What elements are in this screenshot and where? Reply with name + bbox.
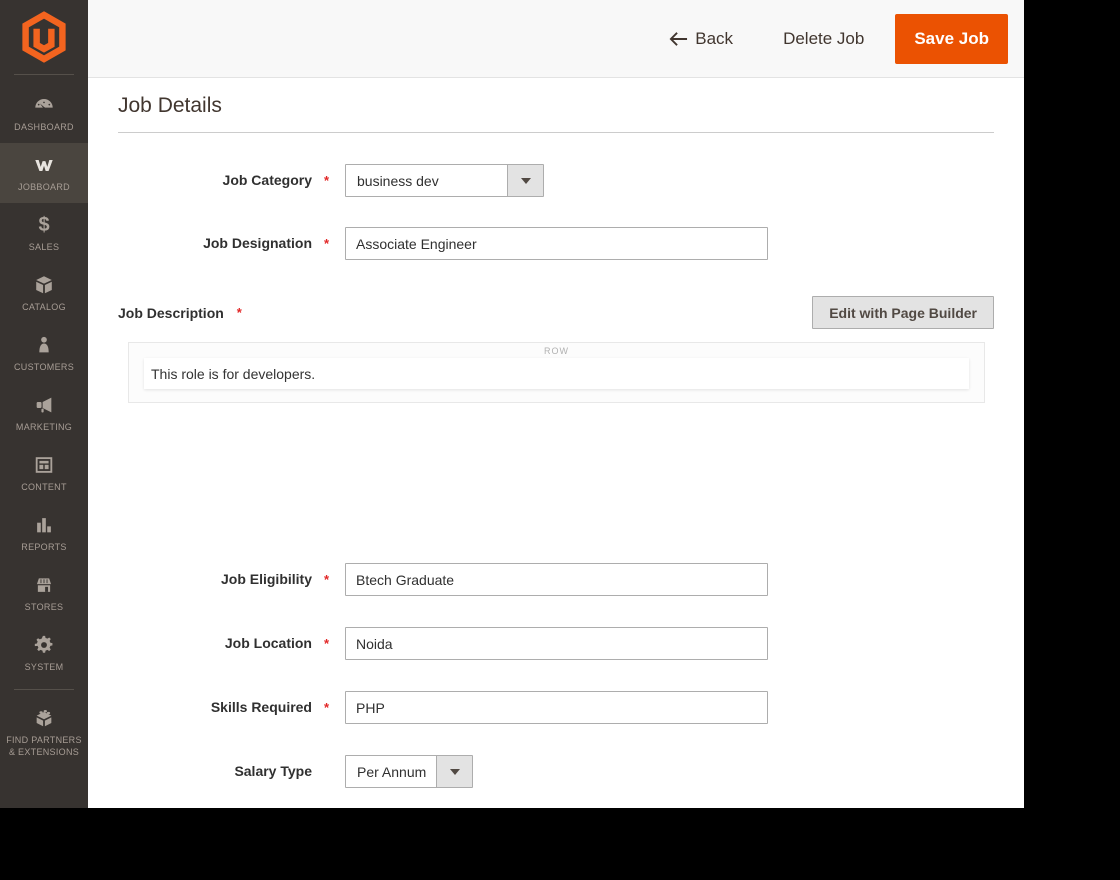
main-content: Job Details Job Category * business dev … [88,78,1024,808]
bar-chart-icon [33,514,55,536]
sidebar: DASHBOARD JOBBOARD $ SALES CATALOG CUSTO… [0,0,88,808]
sidebar-item-dashboard[interactable]: DASHBOARD [0,83,88,143]
form-row-job-eligibility: Job Eligibility * [118,563,994,596]
sidebar-item-label: MARKETING [15,422,73,432]
job-category-label: Job Category [222,171,312,188]
dropdown-toggle [436,756,472,787]
salary-type-select[interactable]: Per Annum [345,755,473,788]
form-row-skills-required: Skills Required * [118,691,994,724]
sidebar-item-label: SALES [28,242,60,252]
page-title: Job Details [118,94,222,117]
storefront-icon [33,574,55,596]
sidebar-menu: DASHBOARD JOBBOARD $ SALES CATALOG CUSTO… [0,75,88,768]
edit-with-page-builder-button[interactable]: Edit with Page Builder [812,296,994,329]
skills-required-input[interactable] [345,691,768,724]
job-designation-label: Job Designation [203,234,312,251]
page-actions-bar: Back Delete Job Save Job [88,0,1024,78]
jobboard-icon [32,154,56,176]
magento-logo-icon [22,11,66,63]
job-eligibility-input[interactable] [345,563,768,596]
form-row-job-designation: Job Designation * [118,227,994,260]
sidebar-item-label: STORES [24,602,64,612]
gear-icon [33,634,55,656]
sidebar-item-label: CUSTOMERS [13,362,75,372]
sidebar-item-label: FIND PARTNERS & EXTENSIONS [6,735,82,757]
job-category-select[interactable]: business dev [345,164,544,197]
delete-job-button[interactable]: Delete Job [783,29,864,49]
required-marker: * [324,235,330,251]
sidebar-item-label: SYSTEM [24,662,64,672]
job-designation-input[interactable] [345,227,768,260]
sidebar-item-label: DASHBOARD [14,122,74,132]
sidebar-item-marketing[interactable]: MARKETING [0,383,88,443]
required-marker: * [324,172,330,188]
layout-icon [33,454,55,476]
form-row-salary-type: Salary Type Per Annum [118,755,994,788]
job-location-input[interactable] [345,627,768,660]
dropdown-toggle [507,165,543,196]
skills-required-label: Skills Required [210,698,312,715]
person-icon [33,334,55,356]
sidebar-item-stores[interactable]: STORES [0,563,88,623]
dollar-icon: $ [38,214,50,236]
sidebar-item-label: JOBBOARD [18,182,70,192]
required-marker: * [324,699,330,715]
admin-window: DASHBOARD JOBBOARD $ SALES CATALOG CUSTO… [0,0,1024,808]
back-arrow-icon [669,31,688,46]
sidebar-item-label: CONTENT [21,482,67,492]
sidebar-item-sales[interactable]: $ SALES [0,203,88,263]
page-builder-row-tag: ROW [544,346,569,356]
form-row-job-category: Job Category * business dev [118,164,994,197]
salary-type-value: Per Annum [357,763,427,780]
title-divider [118,132,994,133]
page-builder-stage: ROW This role is for developers. [128,342,985,403]
sidebar-item-jobboard[interactable]: JOBBOARD [0,143,88,203]
job-description-header: Job Description * Edit with Page Builder [118,296,994,329]
megaphone-icon [33,394,55,416]
job-description-label: Job Description [118,304,224,321]
required-marker: * [236,305,242,320]
job-eligibility-label: Job Eligibility [220,570,312,587]
form-row-job-location: Job Location * [118,627,994,660]
job-category-value: business dev [357,172,439,189]
chevron-down-icon [520,177,531,184]
sidebar-item-find-partners[interactable]: FIND PARTNERS & EXTENSIONS [0,696,88,768]
back-button[interactable]: Back [669,29,733,49]
back-label: Back [695,28,734,48]
sidebar-divider [14,689,74,690]
extension-brick-icon [33,707,55,729]
sidebar-item-content[interactable]: CONTENT [0,443,88,503]
sidebar-item-label: REPORTS [21,542,67,552]
save-job-button[interactable]: Save Job [895,13,1008,64]
required-marker: * [324,571,330,587]
sidebar-item-catalog[interactable]: CATALOG [0,263,88,323]
magento-logo[interactable] [0,0,88,74]
sidebar-item-label: CATALOG [22,302,66,312]
dashboard-icon [33,94,55,116]
job-location-label: Job Location [224,634,312,651]
box-icon [33,274,55,296]
sidebar-item-system[interactable]: SYSTEM [0,623,88,683]
required-marker: * [324,635,330,651]
salary-type-label: Salary Type [234,762,312,779]
sidebar-item-reports[interactable]: REPORTS [0,503,88,563]
chevron-down-icon [449,768,460,775]
sidebar-item-customers[interactable]: CUSTOMERS [0,323,88,383]
page-builder-row-content[interactable]: This role is for developers. [144,358,969,389]
